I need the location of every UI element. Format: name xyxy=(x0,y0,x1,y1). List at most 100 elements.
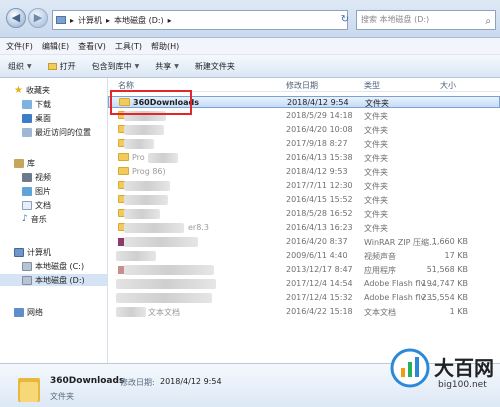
file-type: 文件夹 xyxy=(364,140,388,149)
file-row[interactable]: 2018/5/28 16:52 文件夹 xyxy=(108,208,500,220)
file-row[interactable]: 2017/12/4 15:32 Adobe Flash flv ... 235,… xyxy=(108,292,500,304)
nav-network[interactable]: 网络 xyxy=(14,306,43,318)
breadcrumb-computer[interactable]: 计算机 xyxy=(78,15,102,26)
file-date: 2016/4/13 15:38 xyxy=(286,153,353,162)
file-row[interactable]: er8.3 2016/4/13 16:23 文件夹 xyxy=(108,222,500,234)
menu-edit[interactable]: 编辑(E) xyxy=(42,41,69,52)
forward-button[interactable]: ▶ xyxy=(28,8,48,28)
nav-label: 网络 xyxy=(27,307,43,317)
open-label: 打开 xyxy=(59,61,76,71)
drive-icon xyxy=(22,261,32,271)
address-field[interactable]: ▸ 计算机 ▸ 本地磁盘 (D:) ▸ xyxy=(52,10,348,30)
file-row[interactable]: 2016/4/20 10:08 文件夹 xyxy=(108,124,500,136)
file-date: 2017/9/18 8:27 xyxy=(286,139,348,148)
nav-label: 视频 xyxy=(35,172,51,182)
nav-drive-c[interactable]: 本地磁盘 (C:) xyxy=(22,260,84,272)
blurred-name xyxy=(124,195,168,205)
file-size: 194,747 KB xyxy=(421,279,468,288)
details-name: 360Downloads xyxy=(50,376,125,386)
navigation-pane: ★ 收藏夹 下载 桌面 最近访问的位置 库 视频 图片 文档 ♪ 音乐 计算机 … xyxy=(0,78,108,363)
file-name: Prog 86) xyxy=(132,167,166,176)
nav-computer[interactable]: 计算机 xyxy=(14,246,51,258)
back-button[interactable]: ◀ xyxy=(6,8,26,28)
share-button[interactable]: 共享 ▼ xyxy=(155,61,179,72)
nav-documents[interactable]: 文档 xyxy=(22,199,51,211)
file-type: 视频声音 xyxy=(364,252,396,261)
file-row[interactable]: 2017/12/4 14:54 Adobe Flash flv ... 194,… xyxy=(108,278,500,290)
breadcrumb-separator: ▸ xyxy=(167,15,172,25)
column-type[interactable]: 类型 xyxy=(364,80,380,91)
column-size[interactable]: 大小 xyxy=(440,80,456,91)
search-input[interactable]: 搜索 本地磁盘 (D:) ⌕ xyxy=(356,10,496,30)
file-type: 文本文档 xyxy=(364,308,396,317)
file-date: 2018/5/29 14:18 xyxy=(286,111,353,120)
include-in-library-button[interactable]: 包含到库中 ▼ xyxy=(92,61,140,72)
file-row[interactable]: 2013/12/17 8:47 应用程序 51,568 KB xyxy=(108,264,500,276)
file-date: 2017/7/11 12:30 xyxy=(286,181,353,190)
nav-recent[interactable]: 最近访问的位置 xyxy=(22,126,91,138)
file-date: 2017/12/4 15:32 xyxy=(286,293,353,302)
nav-desktop[interactable]: 桌面 xyxy=(22,112,51,124)
file-size: 1 KB xyxy=(449,307,468,316)
file-row[interactable]: Prog 86) 2018/4/12 9:53 文件夹 xyxy=(108,166,500,178)
file-row[interactable]: 2016/4/20 8:37 WinRAR ZIP 压缩... 1,660 KB xyxy=(108,236,500,248)
desktop-icon xyxy=(22,113,32,123)
downloads-icon xyxy=(22,99,32,109)
command-toolbar: 组织 ▼ 打开 包含到库中 ▼ 共享 ▼ 新建文件夹 xyxy=(0,55,500,78)
new-folder-button[interactable]: 新建文件夹 xyxy=(195,61,235,72)
menu-view[interactable]: 查看(V) xyxy=(78,41,106,52)
blurred-name xyxy=(116,279,216,289)
file-name: Pro xyxy=(132,153,145,162)
menu-bar: 文件(F) 编辑(E) 查看(V) 工具(T) 帮助(H) xyxy=(0,38,500,55)
nav-label: 最近访问的位置 xyxy=(35,127,91,137)
file-type: 文件夹 xyxy=(364,154,388,163)
nav-music[interactable]: ♪ 音乐 xyxy=(22,213,47,225)
nav-label: 库 xyxy=(27,158,35,168)
blurred-name xyxy=(116,307,146,317)
details-type: 文件夹 xyxy=(50,392,74,401)
music-icon: ♪ xyxy=(22,214,28,224)
file-size: 17 KB xyxy=(444,251,468,260)
menu-tools[interactable]: 工具(T) xyxy=(115,41,142,52)
nav-videos[interactable]: 视频 xyxy=(22,171,51,183)
file-date: 2018/5/28 16:52 xyxy=(286,209,353,218)
file-name: 文本文档 xyxy=(148,308,180,317)
breadcrumb-separator: ▸ xyxy=(106,15,111,25)
file-row[interactable]: Pro 2016/4/13 15:38 文件夹 xyxy=(108,152,500,164)
drive-icon xyxy=(22,275,32,285)
blurred-name xyxy=(124,181,170,191)
open-button[interactable]: 打开 xyxy=(47,61,76,72)
watermark-logo-icon xyxy=(390,348,430,388)
file-row[interactable]: 2017/7/11 12:30 文件夹 xyxy=(108,180,500,192)
organize-button[interactable]: 组织 ▼ xyxy=(8,61,32,72)
file-date: 2018/4/12 9:54 xyxy=(287,98,349,107)
breadcrumb-drive-d[interactable]: 本地磁盘 (D:) xyxy=(114,15,164,26)
column-date[interactable]: 修改日期 xyxy=(286,80,318,91)
file-row[interactable]: 2016/4/15 15:52 文件夹 xyxy=(108,194,500,206)
file-date: 2013/12/17 8:47 xyxy=(286,265,353,274)
nav-favorites[interactable]: ★ 收藏夹 xyxy=(14,84,50,96)
nav-pictures[interactable]: 图片 xyxy=(22,185,51,197)
menu-help[interactable]: 帮助(H) xyxy=(151,41,179,52)
blurred-name xyxy=(116,293,212,303)
nav-drive-d[interactable]: 本地磁盘 (D:) xyxy=(0,274,107,286)
recent-places-icon xyxy=(22,127,32,137)
organize-label: 组织 xyxy=(8,61,24,71)
watermark: 大百网 big100.net xyxy=(390,344,500,404)
file-date: 2016/4/13 16:23 xyxy=(286,223,353,232)
file-row[interactable]: 2017/9/18 8:27 文件夹 xyxy=(108,138,500,150)
nav-label: 本地磁盘 (D:) xyxy=(35,275,85,285)
refresh-icon[interactable]: ↻ xyxy=(336,10,354,30)
menu-file[interactable]: 文件(F) xyxy=(6,41,33,52)
file-row[interactable]: 文本文档 2016/4/22 15:18 文本文档 1 KB xyxy=(108,306,500,318)
blurred-name xyxy=(124,223,184,233)
folder-icon xyxy=(18,376,40,402)
file-row[interactable]: 2009/6/11 4:40 视频声音 17 KB xyxy=(108,250,500,262)
share-label: 共享 xyxy=(155,61,172,71)
highlight-box xyxy=(110,90,192,115)
file-type: 文件夹 xyxy=(364,182,388,191)
file-type: 文件夹 xyxy=(364,196,388,205)
address-bar-area: ◀ ▶ ▸ 计算机 ▸ 本地磁盘 (D:) ▸ ↻ 搜索 本地磁盘 (D:) ⌕ xyxy=(0,0,500,38)
nav-downloads[interactable]: 下载 xyxy=(22,98,51,110)
nav-library[interactable]: 库 xyxy=(14,157,35,169)
